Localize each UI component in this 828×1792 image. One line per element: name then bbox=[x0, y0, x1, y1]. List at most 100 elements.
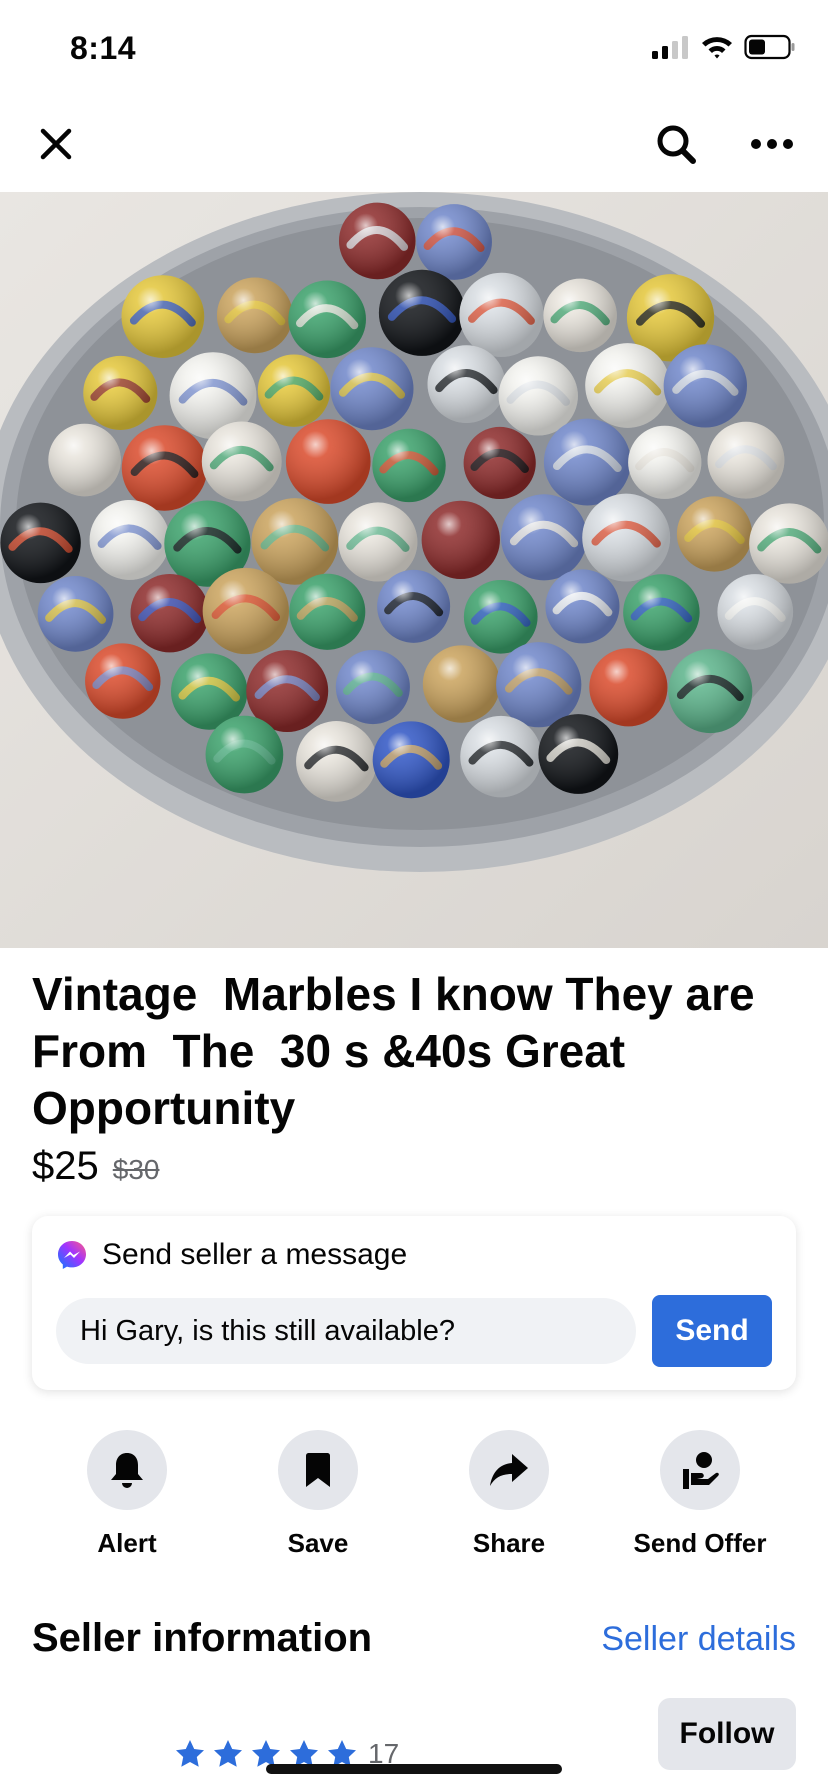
send-button[interactable]: Send bbox=[652, 1295, 772, 1367]
marble-gloss bbox=[205, 715, 284, 794]
alert-label: Alert bbox=[97, 1528, 157, 1558]
close-icon bbox=[40, 128, 72, 160]
marble-gloss bbox=[289, 573, 366, 650]
bookmark-icon bbox=[306, 1453, 330, 1487]
marble-gloss bbox=[422, 645, 501, 723]
listing-photo[interactable] bbox=[0, 192, 828, 948]
send-offer-button[interactable]: Send Offer bbox=[605, 1430, 795, 1559]
save-button[interactable]: Save bbox=[223, 1430, 413, 1559]
marble-gloss bbox=[543, 278, 617, 353]
status-time: 8:14 bbox=[70, 30, 137, 66]
marble-gloss bbox=[121, 275, 205, 358]
marble-gloss bbox=[668, 649, 753, 734]
share-button[interactable]: Share bbox=[414, 1430, 604, 1559]
marble-gloss bbox=[335, 649, 410, 725]
marble-gloss bbox=[460, 715, 542, 798]
top-navigation bbox=[0, 96, 828, 192]
action-buttons: Alert Save Share Send Offer bbox=[0, 1430, 828, 1560]
marbles-photo bbox=[0, 192, 828, 948]
marble-gloss bbox=[338, 202, 416, 280]
marble-gloss bbox=[459, 272, 544, 357]
listing-title: Vintage Marbles I know They are From The… bbox=[32, 968, 768, 1134]
marble-gloss bbox=[202, 567, 289, 655]
marble-gloss bbox=[85, 643, 161, 719]
wifi-icon bbox=[702, 37, 732, 59]
marble-gloss bbox=[330, 347, 414, 431]
bell-icon bbox=[111, 1453, 143, 1488]
signal-icon bbox=[652, 36, 688, 59]
marble-gloss bbox=[589, 648, 668, 727]
share-arrow-icon bbox=[490, 1454, 528, 1486]
marble-gloss bbox=[83, 355, 158, 430]
more-icon bbox=[751, 139, 793, 149]
marble-gloss bbox=[201, 421, 282, 502]
follow-button[interactable]: Follow bbox=[658, 1698, 796, 1770]
marble-gloss bbox=[377, 569, 451, 643]
battery-icon bbox=[744, 34, 795, 60]
more-options-button[interactable] bbox=[742, 114, 802, 174]
marble-gloss bbox=[216, 277, 293, 354]
marble-gloss bbox=[498, 356, 578, 436]
marble-gloss bbox=[427, 345, 506, 423]
marble-gloss bbox=[48, 423, 121, 497]
marble-gloss bbox=[676, 496, 753, 572]
marble-gloss bbox=[378, 269, 466, 356]
marble-gloss bbox=[749, 503, 828, 584]
marble-gloss bbox=[288, 280, 366, 359]
seller-details-link[interactable]: Seller details bbox=[601, 1620, 796, 1659]
marble-gloss bbox=[296, 721, 377, 802]
marble-gloss bbox=[463, 426, 536, 500]
message-header: Send seller a message bbox=[56, 1238, 407, 1272]
marble-gloss bbox=[500, 494, 588, 581]
marble-gloss bbox=[585, 343, 670, 428]
original-price: $30 bbox=[112, 1154, 160, 1185]
marble-gloss bbox=[545, 569, 620, 644]
messenger-icon bbox=[58, 1241, 86, 1269]
save-label: Save bbox=[287, 1528, 349, 1558]
search-icon bbox=[657, 125, 696, 164]
save-circle bbox=[278, 1430, 358, 1510]
marble-gloss bbox=[285, 419, 371, 504]
marble-gloss bbox=[463, 579, 538, 654]
marble-gloss bbox=[372, 721, 450, 799]
offer-icon bbox=[683, 1452, 719, 1489]
home-indicator bbox=[266, 1764, 562, 1774]
marble-gloss bbox=[538, 714, 619, 794]
status-bar: 8:14 bbox=[0, 0, 828, 96]
message-input[interactable] bbox=[56, 1298, 636, 1364]
marble-gloss bbox=[89, 499, 170, 580]
status-icons bbox=[650, 34, 796, 60]
marble-gloss bbox=[372, 428, 446, 503]
message-seller-card: Send seller a message Send bbox=[32, 1216, 796, 1390]
marble-gloss bbox=[37, 576, 114, 652]
marble-gloss bbox=[496, 642, 582, 728]
price-row: $25 $30 bbox=[32, 1144, 159, 1189]
marble-gloss bbox=[663, 344, 747, 428]
marble-gloss bbox=[416, 204, 492, 280]
alert-button[interactable]: Alert bbox=[32, 1430, 222, 1559]
marble-gloss bbox=[0, 502, 81, 584]
marble-gloss bbox=[121, 425, 208, 511]
share-label: Share bbox=[472, 1528, 546, 1558]
alert-circle bbox=[87, 1430, 167, 1510]
send-offer-circle bbox=[660, 1430, 740, 1510]
listing-price: $25 bbox=[32, 1144, 99, 1188]
close-button[interactable] bbox=[26, 114, 86, 174]
marble-gloss bbox=[582, 493, 671, 582]
marble-gloss bbox=[257, 354, 331, 427]
marble-gloss bbox=[130, 574, 209, 653]
share-circle bbox=[469, 1430, 549, 1510]
marble-gloss bbox=[717, 574, 794, 650]
marble-gloss bbox=[421, 500, 500, 579]
marble-gloss bbox=[623, 574, 700, 651]
message-heading: Send seller a message bbox=[102, 1238, 408, 1271]
search-button[interactable] bbox=[646, 114, 706, 174]
marble-gloss bbox=[543, 418, 631, 506]
marble-gloss bbox=[251, 498, 339, 585]
seller-info-heading: Seller information bbox=[32, 1616, 373, 1660]
send-offer-label: Send Offer bbox=[633, 1528, 767, 1558]
marble-gloss bbox=[628, 425, 702, 499]
star-icon bbox=[176, 1740, 204, 1767]
marble-gloss bbox=[707, 421, 785, 499]
star-icon bbox=[214, 1740, 242, 1767]
